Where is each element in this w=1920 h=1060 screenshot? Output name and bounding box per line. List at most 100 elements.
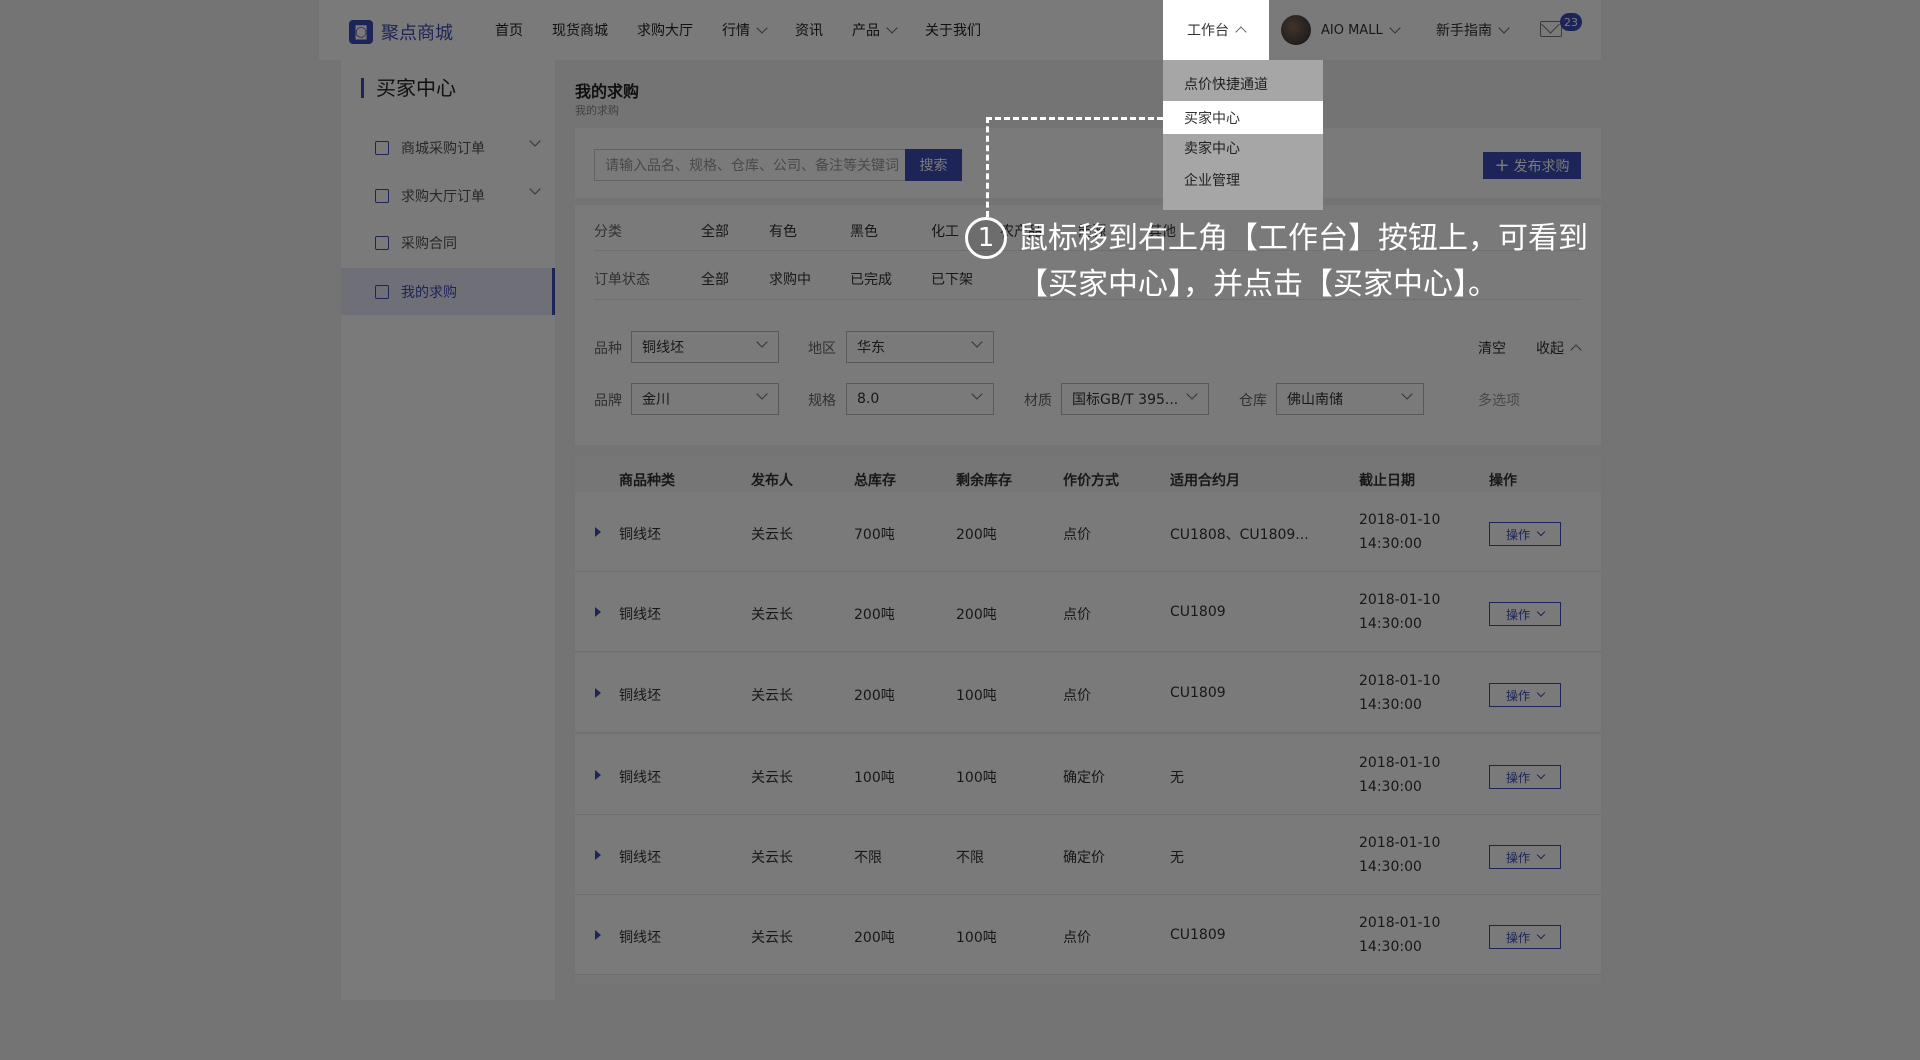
cell-total: 700吨 <box>854 527 895 543</box>
guide-menu[interactable]: 新手指南 <box>1436 0 1510 60</box>
cell-publisher: 关云长 <box>751 607 793 623</box>
nav-purchase-hall[interactable]: 求购大厅 <box>637 20 693 40</box>
status-option[interactable]: 已下架 <box>931 269 973 289</box>
sidebar-item-mall-orders[interactable]: 商城采购订单 <box>341 124 555 171</box>
nav-market[interactable]: 行情 <box>722 20 768 40</box>
table-row: 铜线坯 关云长 200吨 100吨 点价 CU1809 2018-01-10 14:30:00… <box>575 653 1601 733</box>
nav-news[interactable]: 资讯 <box>795 20 823 40</box>
nav-products-label: 产品 <box>852 23 880 39</box>
cell-pricing: 点价 <box>1063 930 1091 946</box>
nav-spot-mall[interactable]: 现货商城 <box>552 20 608 40</box>
search-button[interactable]: 搜索 <box>905 149 962 181</box>
material-select[interactable]: 国标GB/T 395... <box>1061 383 1209 415</box>
expand-arrow-icon[interactable] <box>595 930 601 940</box>
chevron-down-icon <box>1536 930 1546 940</box>
status-option[interactable]: 已完成 <box>850 269 892 289</box>
variety-label: 品种 <box>594 341 622 357</box>
cell-date: 2018-01-10 <box>1359 592 1441 608</box>
column-header: 作价方式 <box>1063 473 1119 489</box>
expand-arrow-icon[interactable] <box>595 607 601 617</box>
chevron-down-icon <box>1389 22 1401 34</box>
chevron-down-icon <box>1536 850 1546 860</box>
clear-button[interactable]: 清空 <box>1478 338 1506 358</box>
warehouse-select[interactable]: 佛山南储 <box>1276 383 1424 415</box>
status-option[interactable]: 求购中 <box>769 269 811 289</box>
cell-type: 铜线坯 <box>619 527 661 543</box>
column-header: 总库存 <box>854 473 896 489</box>
category-filter-label: 分类 <box>594 224 622 240</box>
column-header: 发布人 <box>751 473 793 489</box>
category-option[interactable]: 化工 <box>931 221 959 241</box>
category-option[interactable]: 黑色 <box>850 221 878 241</box>
chevron-down-icon <box>1401 388 1413 400</box>
row-action-button[interactable]: 操作 <box>1489 765 1561 789</box>
region-select[interactable]: 华东 <box>846 331 994 363</box>
sidebar-item-my-requests[interactable]: 我的求购 <box>341 268 555 315</box>
sidebar-item-label: 采购合同 <box>401 235 457 252</box>
row-action-button[interactable]: 操作 <box>1489 925 1561 949</box>
chevron-down-icon <box>756 388 768 400</box>
cell-remain: 不限 <box>956 850 984 866</box>
chevron-down-icon <box>971 388 983 400</box>
breadcrumb: 我的求购 <box>575 104 619 117</box>
brand-label: 品牌 <box>594 393 622 409</box>
cell-time: 14:30:00 <box>1359 697 1422 713</box>
buyer-center-highlight[interactable]: 买家中心 <box>1163 101 1323 134</box>
collapse-button[interactable]: 收起 <box>1536 338 1582 358</box>
chevron-down-icon <box>971 336 983 348</box>
chevron-down-icon <box>886 22 898 34</box>
chevron-up-icon <box>1570 344 1582 356</box>
brand-select[interactable]: 金川 <box>631 383 779 415</box>
sidebar-item-hall-orders[interactable]: 求购大厅订单 <box>341 172 555 219</box>
row-action-button[interactable]: 操作 <box>1489 845 1561 869</box>
mail-icon[interactable] <box>1540 21 1562 37</box>
cell-pricing: 点价 <box>1063 527 1091 543</box>
variety-select[interactable]: 铜线坯 <box>631 331 779 363</box>
row-action-button[interactable]: 操作 <box>1489 602 1561 626</box>
expand-arrow-icon[interactable] <box>595 850 601 860</box>
category-option[interactable]: 全部 <box>701 221 729 241</box>
cell-date: 2018-01-10 <box>1359 673 1441 689</box>
warehouse-value: 佛山南储 <box>1287 392 1343 408</box>
user-menu[interactable]: AIO MALL <box>1281 0 1401 60</box>
user-name: AIO MALL <box>1321 22 1383 38</box>
row-action-button[interactable]: 操作 <box>1489 683 1561 707</box>
cell-contract: CU1809 <box>1170 685 1226 701</box>
cell-contract: 无 <box>1170 770 1184 786</box>
chevron-down-icon <box>1536 607 1546 617</box>
category-option[interactable]: 有色 <box>769 221 797 241</box>
table-row: 铜线坯 关云长 200吨 200吨 点价 CU1809 2018-01-10 14:30:00… <box>575 572 1601 652</box>
cell-publisher: 关云长 <box>751 930 793 946</box>
expand-arrow-icon[interactable] <box>595 688 601 698</box>
spec-select[interactable]: 8.0 <box>846 383 994 415</box>
document-icon <box>375 284 389 299</box>
chevron-down-icon <box>1536 527 1546 537</box>
cell-total: 100吨 <box>854 770 895 786</box>
nav-about[interactable]: 关于我们 <box>925 20 981 40</box>
cell-total: 200吨 <box>854 688 895 704</box>
search-input[interactable]: 请输入品名、规格、仓库、公司、备注等关键词 <box>594 149 906 181</box>
table-row: 铜线坯 关云长 200吨 100吨 点价 CU1809 2018-01-10 14:30:00… <box>575 895 1601 975</box>
sidebar-item-contracts[interactable]: 采购合同 <box>341 219 555 266</box>
store-icon <box>375 140 389 155</box>
variety-value: 铜线坯 <box>642 340 684 356</box>
publish-request-button[interactable]: + 发布求购 <box>1483 152 1581 179</box>
multi-select-option[interactable]: 多选项 <box>1478 390 1520 410</box>
cell-time: 14:30:00 <box>1359 536 1422 552</box>
cell-date: 2018-01-10 <box>1359 512 1441 528</box>
step-instruction: 鼠标移到右上角【工作台】按钮上，可看到【买家中心】，并点击【买家中心】。 <box>1018 221 1588 302</box>
column-header: 商品种类 <box>619 473 675 489</box>
status-option[interactable]: 全部 <box>701 269 729 289</box>
column-header: 适用合约月 <box>1170 473 1240 489</box>
expand-arrow-icon[interactable] <box>595 770 601 780</box>
cell-type: 铜线坯 <box>619 930 661 946</box>
nav-home[interactable]: 首页 <box>495 20 523 40</box>
nav-products[interactable]: 产品 <box>852 20 898 40</box>
expand-arrow-icon[interactable] <box>595 527 601 537</box>
row-action-button[interactable]: 操作 <box>1489 522 1561 546</box>
workbench-button[interactable]: 工作台 <box>1163 0 1269 60</box>
annotation-line <box>986 117 989 217</box>
warehouse-label: 仓库 <box>1239 393 1267 409</box>
site-logo[interactable]: ◙ 聚点商城 <box>349 19 453 45</box>
cell-total: 不限 <box>854 850 882 866</box>
